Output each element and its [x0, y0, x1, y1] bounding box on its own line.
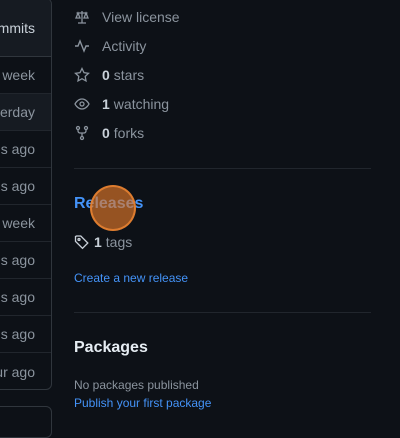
forks-count: 0	[102, 125, 110, 141]
license-link[interactable]: View license	[74, 7, 180, 27]
commit-time: s ago	[0, 252, 35, 268]
commit-row[interactable]: erday	[0, 94, 51, 131]
commit-row[interactable]: s ago	[0, 279, 51, 316]
activity-label: Activity	[102, 38, 147, 54]
commit-row[interactable]: s ago	[0, 168, 51, 205]
watching-label: watching	[113, 96, 170, 112]
commit-time: week	[2, 215, 35, 231]
stars-label: stars	[113, 67, 145, 83]
packages-heading: Packages	[74, 339, 148, 356]
click-indicator	[90, 185, 136, 231]
commits-header[interactable]: mmits	[0, 0, 51, 57]
commit-history-panel: mmits week erday s ago s ago week s ago …	[0, 0, 52, 390]
commit-time: week	[2, 67, 35, 83]
packages-empty-text: No packages published	[74, 378, 199, 392]
pulse-icon	[74, 38, 90, 54]
forks-label: forks	[113, 125, 145, 141]
eye-icon	[74, 96, 90, 112]
create-release-link[interactable]: Create a new release	[74, 271, 188, 285]
publish-package-link[interactable]: Publish your first package	[74, 396, 211, 410]
commit-time: erday	[0, 104, 35, 120]
stars-link[interactable]: 0 stars	[74, 65, 144, 85]
watching-link[interactable]: 1 watching	[74, 94, 169, 114]
activity-link[interactable]: Activity	[74, 36, 146, 56]
commit-time: s ago	[0, 141, 35, 157]
tags-count: 1	[94, 234, 102, 250]
forks-link[interactable]: 0 forks	[74, 123, 144, 143]
commit-row[interactable]: ur ago	[0, 353, 51, 389]
commit-time: s ago	[0, 326, 35, 342]
tags-label: tags	[105, 234, 133, 250]
commit-time: s ago	[0, 178, 35, 194]
law-icon	[74, 9, 90, 25]
fork-icon	[74, 125, 90, 141]
license-label: View license	[102, 9, 180, 25]
commits-header-label: mmits	[0, 19, 35, 36]
commit-row[interactable]: week	[0, 205, 51, 242]
commit-row[interactable]: s ago	[0, 316, 51, 353]
section-divider	[74, 168, 371, 169]
secondary-panel	[0, 406, 52, 438]
section-divider	[74, 312, 371, 313]
star-icon	[74, 67, 90, 83]
commit-time: s ago	[0, 289, 35, 305]
tags-link[interactable]: 1 tags	[74, 234, 132, 250]
commit-row[interactable]: s ago	[0, 242, 51, 279]
tag-icon	[74, 234, 90, 250]
watching-count: 1	[102, 96, 110, 112]
stars-count: 0	[102, 67, 110, 83]
commit-row[interactable]: week	[0, 57, 51, 94]
commit-row[interactable]: s ago	[0, 131, 51, 168]
commit-time: ur ago	[0, 363, 35, 380]
